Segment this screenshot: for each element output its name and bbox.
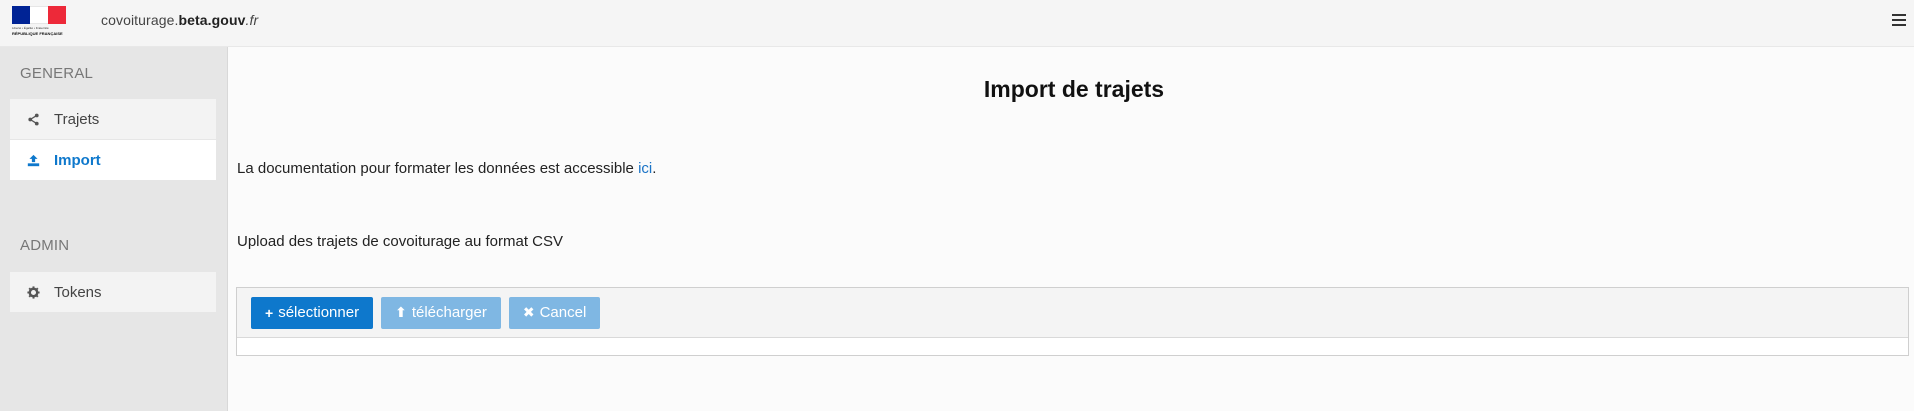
- sidebar-item-trajets[interactable]: Trajets: [10, 99, 216, 139]
- file-upload-panel: + sélectionner ⬆ télécharger ✖ Cancel: [236, 287, 1909, 356]
- gear-icon: [26, 285, 40, 299]
- republique-francaise-logo[interactable]: Liberté • Égalité • Fraternité RÉPUBLIQU…: [12, 6, 68, 38]
- sidebar: GENERAL Trajets Import ADMIN Tokens: [0, 47, 228, 411]
- upload-button[interactable]: ⬆ télécharger: [381, 296, 501, 329]
- sidebar-item-label: Tokens: [54, 283, 102, 301]
- logo-motto: Liberté • Égalité • Fraternité: [12, 26, 49, 30]
- site-name-suffix: .fr: [245, 12, 259, 28]
- logo-text: RÉPUBLIQUE FRANÇAISE: [12, 31, 63, 36]
- sidebar-item-tokens[interactable]: Tokens: [10, 272, 216, 312]
- upload-toolbar: + sélectionner ⬆ télécharger ✖ Cancel: [237, 288, 1908, 338]
- section-title-general: GENERAL: [20, 65, 94, 82]
- doc-end: .: [652, 160, 657, 177]
- upload-icon: [26, 153, 40, 167]
- upload-label: télécharger: [411, 304, 487, 321]
- cancel-button[interactable]: ✖ Cancel: [508, 296, 601, 329]
- page-title: Import de trajets: [983, 76, 1165, 102]
- site-name[interactable]: covoiturage.beta.gouv.fr: [101, 12, 258, 28]
- top-bar: Liberté • Égalité • Fraternité RÉPUBLIQU…: [0, 0, 1914, 47]
- upload-instructions: Upload des trajets de covoiturage au for…: [237, 233, 564, 250]
- plus-icon: +: [265, 304, 274, 321]
- doc-text: La documentation pour formater les donné…: [237, 160, 639, 177]
- sidebar-item-import[interactable]: Import: [10, 140, 216, 180]
- share-icon: [26, 112, 40, 126]
- close-icon: ✖: [522, 304, 535, 320]
- sidebar-item-label: Import: [54, 151, 101, 169]
- french-flag: [12, 6, 66, 24]
- select-file-label: sélectionner: [278, 304, 360, 321]
- site-name-prefix: covoiturage.: [101, 12, 179, 28]
- main-content: Import de trajets La documentation pour …: [228, 47, 1914, 411]
- documentation-text: La documentation pour formater les donné…: [237, 160, 656, 177]
- select-file-button[interactable]: + sélectionner: [251, 296, 374, 329]
- documentation-link[interactable]: ici: [638, 160, 652, 177]
- cancel-label: Cancel: [539, 304, 587, 321]
- site-name-bold: beta.gouv: [178, 12, 246, 28]
- section-title-admin: ADMIN: [20, 237, 70, 254]
- hamburger-menu-icon[interactable]: [1892, 14, 1906, 28]
- sidebar-item-label: Trajets: [54, 110, 100, 128]
- upload-icon: ⬆: [395, 304, 407, 320]
